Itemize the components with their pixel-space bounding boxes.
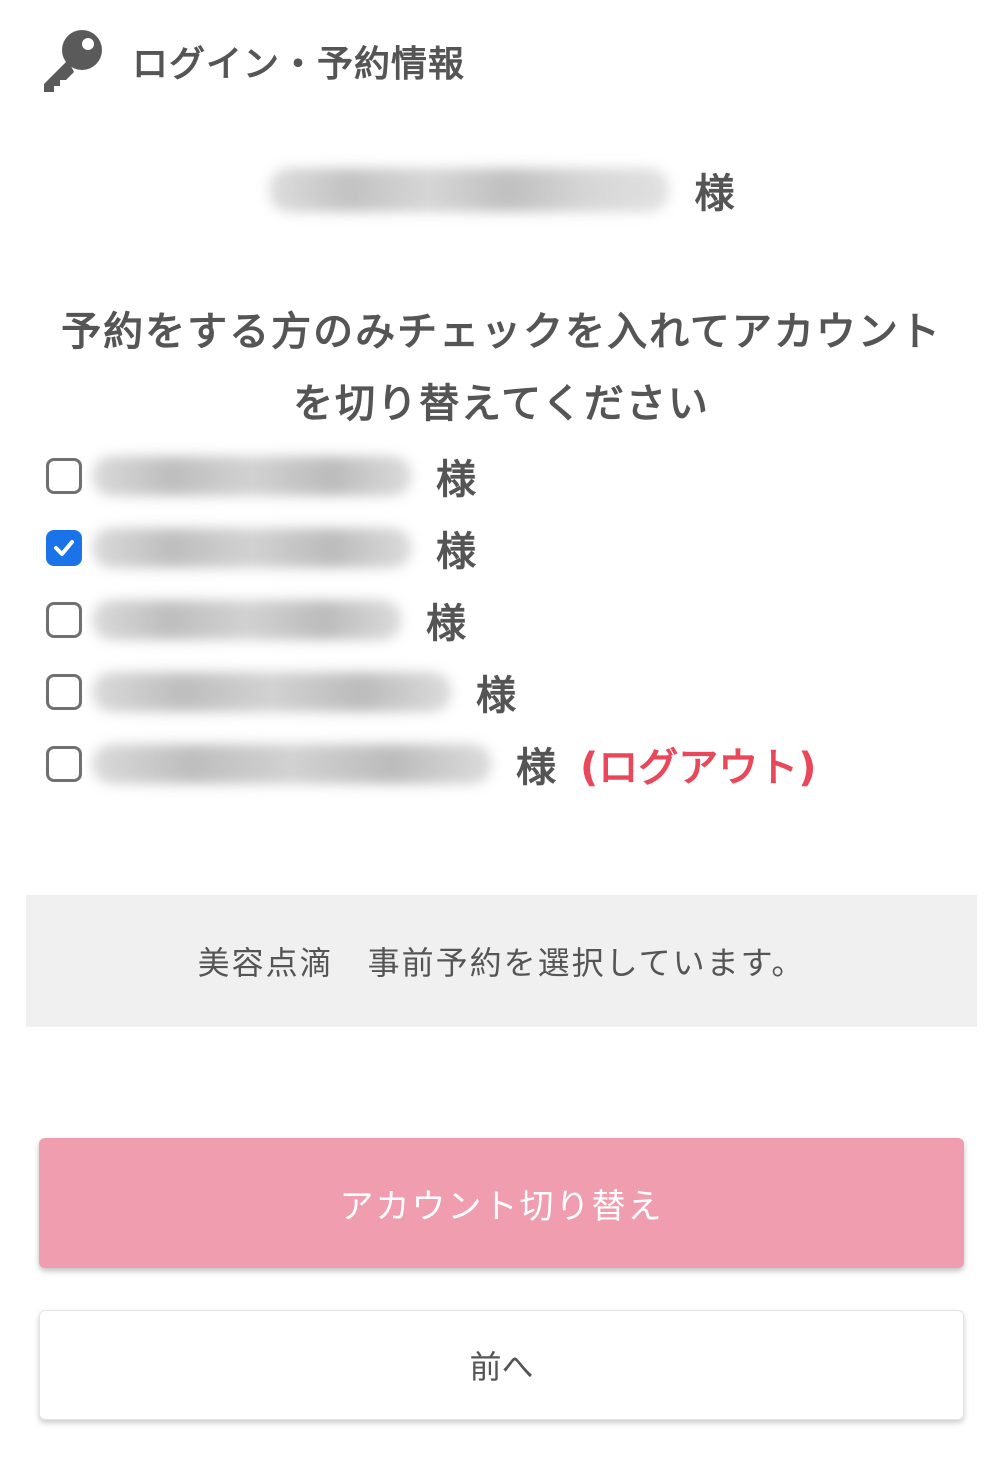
account-list: 様 様 様 様 様 (ログアウト) bbox=[46, 440, 946, 800]
account-honorific: 様 bbox=[436, 529, 476, 575]
account-row[interactable]: 様 (ログアウト) bbox=[46, 728, 946, 800]
account-row[interactable]: 様 bbox=[46, 656, 946, 728]
account-row[interactable]: 様 bbox=[46, 440, 946, 512]
account-name-redacted bbox=[92, 456, 412, 496]
instruction-line-2: を切り替えてください bbox=[293, 381, 710, 427]
account-checkbox[interactable] bbox=[46, 746, 82, 782]
account-honorific: 様 bbox=[436, 457, 476, 503]
account-honorific: 様 bbox=[476, 673, 516, 719]
instruction-line-1: 予約をする方のみチェックを入れてアカウント bbox=[61, 309, 942, 355]
user-honorific: 様 bbox=[694, 171, 735, 217]
account-row[interactable]: 様 bbox=[46, 584, 946, 656]
logout-link[interactable]: (ログアウト) bbox=[580, 735, 817, 793]
checkmark-icon bbox=[54, 540, 74, 556]
account-row[interactable]: 様 bbox=[46, 512, 946, 584]
current-user: 様 bbox=[0, 150, 1003, 230]
account-name-redacted bbox=[92, 528, 412, 568]
switch-account-button[interactable]: アカウント切り替え bbox=[39, 1138, 964, 1268]
key-icon bbox=[44, 30, 102, 92]
page-title: ログイン・予約情報 bbox=[132, 44, 466, 85]
instruction-text: 予約をする方のみチェックを入れてアカウント を切り替えてください bbox=[10, 296, 993, 440]
account-checkbox[interactable] bbox=[46, 674, 82, 710]
back-button[interactable]: 前へ bbox=[39, 1310, 964, 1420]
account-name-redacted bbox=[92, 744, 492, 784]
user-name-redacted bbox=[268, 168, 669, 212]
account-honorific: 様 bbox=[426, 601, 466, 647]
account-honorific: 様 bbox=[516, 745, 556, 791]
account-checkbox[interactable] bbox=[46, 458, 82, 494]
account-name-redacted bbox=[92, 672, 452, 712]
selection-notice: 美容点滴 事前予約を選択しています。 bbox=[26, 895, 977, 1027]
account-name-redacted bbox=[92, 600, 402, 640]
page-header: ログイン・予約情報 bbox=[38, 28, 465, 94]
account-checkbox[interactable] bbox=[46, 530, 82, 566]
selection-notice-text: 美容点滴 事前予約を選択しています。 bbox=[197, 944, 806, 982]
account-checkbox[interactable] bbox=[46, 602, 82, 638]
